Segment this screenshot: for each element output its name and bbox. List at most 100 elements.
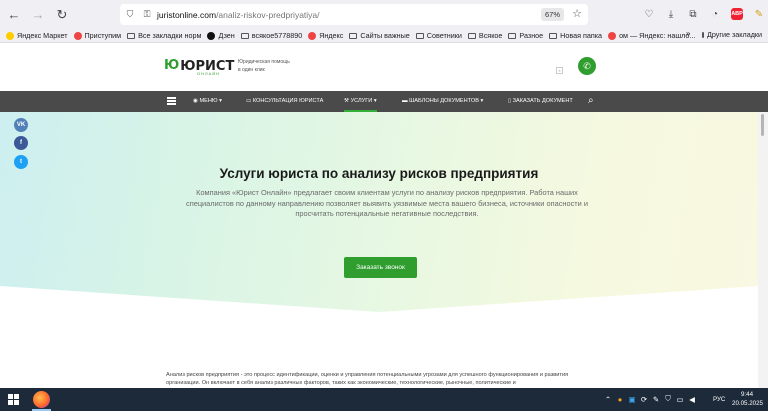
nav-item-order-document[interactable]: ▯ ЗАКАЗАТЬ ДОКУМЕНТ (508, 91, 573, 112)
pocket-icon[interactable]: ♡ (640, 5, 658, 23)
order-call-button[interactable]: Заказать звонок (344, 257, 417, 278)
bookmarks-overflow-button[interactable]: » (686, 29, 690, 38)
bookmark-label: Советники (426, 31, 462, 40)
tray-capture-icon[interactable]: ▣ (628, 395, 636, 404)
header-toggle-button[interactable]: × (556, 67, 563, 74)
windows-start-icon[interactable] (8, 394, 19, 405)
scrollbar-thumb[interactable] (761, 114, 764, 136)
logo-subtitle: ОНЛАЙН (197, 71, 221, 76)
nav-item-consultation[interactable]: ▭ КОНСУЛЬТАЦИЯ ЮРИСТА (246, 91, 323, 112)
bookmarks-bar: Яндекс Маркет Приступим Все закладки норм Д… (0, 29, 768, 43)
url-domain: juristonline.com (157, 9, 217, 20)
nav-label: ЗАКАЗАТЬ ДОКУМЕНТ (512, 98, 573, 104)
shield-icon[interactable]: ⛉ (123, 9, 137, 20)
tray-network-icon[interactable]: ▭ (676, 395, 684, 404)
page-title: Услуги юриста по анализу рисков предприя… (219, 166, 539, 181)
nav-label: МЕНЮ ▾ (199, 98, 222, 104)
bookmark-item[interactable]: всякое5778890 (240, 31, 303, 40)
article-intro: Анализ рисков предприятия - это процесс … (166, 372, 569, 387)
system-clock[interactable]: 9:44 20.05.2025 (732, 391, 763, 408)
search-icon[interactable]: ⌕ (588, 95, 594, 106)
bookmark-item[interactable]: Сайты важные (349, 31, 410, 40)
system-tray: ⌃ ● ▣ ⟳ ✎ ⛉ ▭ ◀ (604, 394, 696, 404)
zoom-level-button[interactable]: 67% (540, 8, 564, 21)
bookmark-item[interactable]: Приступим (73, 31, 122, 40)
favicon-icon (308, 31, 317, 40)
address-bar[interactable]: ⛉ ⚿ juristonline.com/analiz-riskov-predp… (120, 4, 588, 25)
extension-puzzle-icon[interactable]: ✎ (750, 5, 768, 23)
tray-security-icon[interactable]: ⛉ (664, 394, 672, 404)
tray-volume-icon[interactable]: ◀ (688, 395, 696, 404)
folder-icon (127, 32, 136, 39)
bookmark-label: Приступим (84, 31, 122, 40)
tray-app-icon[interactable]: ● (616, 395, 624, 404)
forward-icon[interactable]: → (28, 5, 48, 25)
tray-pen-icon[interactable]: ✎ (652, 395, 660, 404)
bookmark-item[interactable]: Яндекс (308, 31, 343, 40)
bookmark-item[interactable]: Всякое (467, 31, 503, 40)
bookmark-label: Новая папка (560, 31, 603, 40)
bookmark-label: Дзен (218, 31, 235, 40)
nav-item-templates[interactable]: ▬ ШАБЛОНЫ ДОКУМЕНТОВ ▾ (402, 91, 483, 112)
tray-sync-icon[interactable]: ⟳ (640, 395, 648, 404)
firefox-icon[interactable] (33, 391, 50, 408)
browser-toolbar: ← → ↻ ⛉ ⚿ juristonline.com/analiz-riskov… (0, 0, 768, 29)
site-navigation: ◉ МЕНЮ ▾ ▭ КОНСУЛЬТАЦИЯ ЮРИСТА ⚒ УСЛУГИ … (0, 91, 768, 112)
downloads-icon[interactable]: ⤓ (662, 5, 680, 23)
tray-expand-icon[interactable]: ⌃ (604, 395, 612, 404)
site-header: Ю ЮРИСТ ОНЛАЙН Юридическая помощь в один… (0, 43, 768, 91)
url-path: /analiz-riskov-predpriyatiya/ (216, 9, 320, 20)
folder-icon (349, 32, 358, 39)
bookmark-label: всякое5778890 (251, 31, 303, 40)
hamburger-icon[interactable] (167, 97, 176, 105)
bookmark-label: ом — Яндекс: нашло... (619, 31, 696, 40)
other-bookmarks[interactable]: Другие закладки (702, 30, 762, 39)
language-indicator[interactable]: РУС (713, 396, 725, 403)
favicon-icon (608, 31, 617, 40)
bookmark-label: Яндекс Маркет (17, 31, 68, 40)
bookmark-item[interactable]: Разное (508, 31, 543, 40)
favicon-icon (6, 31, 14, 40)
account-icon[interactable]: ◔ (706, 5, 724, 23)
bookmark-item[interactable]: Все закладки норм (127, 31, 201, 40)
folder-icon (415, 32, 424, 39)
logo-mark: Ю (164, 58, 179, 73)
page-info-icon[interactable]: ⚿ (140, 9, 154, 20)
folder-icon (467, 32, 476, 39)
windows-taskbar: ⌃ ● ▣ ⟳ ✎ ⛉ ▭ ◀ РУС 9:44 20.05.2025 (0, 388, 768, 411)
bookmark-item[interactable]: Дзен (207, 31, 235, 40)
bookmark-item[interactable]: Новая папка (549, 31, 602, 40)
tagline-line-2: в один клик (238, 67, 265, 73)
bookmark-star-icon[interactable]: ☆ (572, 7, 582, 20)
reload-icon[interactable]: ↻ (52, 5, 72, 25)
bookmark-label: Яндекс (319, 31, 344, 40)
folder-icon (702, 31, 704, 38)
folder-icon (549, 32, 558, 39)
clock-date: 20.05.2025 (732, 399, 763, 407)
extensions-icon[interactable]: ⧉ (684, 5, 702, 23)
nav-item-menu[interactable]: ◉ МЕНЮ ▾ (193, 91, 222, 112)
back-icon[interactable]: ← (4, 5, 24, 25)
bookmark-label: Сайты важные (360, 31, 410, 40)
favicon-icon (207, 31, 216, 40)
nav-item-services[interactable]: ⚒ УСЛУГИ ▾ (344, 91, 377, 112)
facebook-share-icon[interactable]: f (14, 136, 28, 150)
adblock-icon[interactable]: ABP (731, 8, 743, 20)
bookmark-item[interactable]: Яндекс Маркет (6, 31, 68, 40)
bookmark-item[interactable]: Советники (415, 31, 462, 40)
nav-label: КОНСУЛЬТАЦИЯ ЮРИСТА (252, 98, 324, 104)
call-button[interactable]: ✆ (578, 57, 596, 75)
bookmark-item[interactable]: ом — Яндекс: нашло... (608, 31, 695, 40)
site-logo[interactable]: Ю ЮРИСТ ОНЛАЙН (164, 58, 234, 76)
clock-time: 9:44 (740, 391, 754, 398)
page-scrollbar[interactable] (758, 112, 768, 388)
bookmark-label: Всякое (478, 31, 503, 40)
twitter-share-icon[interactable]: t (14, 155, 28, 169)
hero-description: Компания «Юрист Онлайн» предлагает своим… (186, 188, 588, 218)
bookmark-label: Все закладки норм (138, 31, 202, 40)
tagline-line-1: Юридическая помощь (238, 59, 290, 65)
vk-share-icon[interactable]: VK (14, 118, 28, 132)
folder-icon (508, 32, 517, 39)
nav-label: ШАБЛОНЫ ДОКУМЕНТОВ ▾ (409, 98, 484, 104)
nav-label: УСЛУГИ ▾ (350, 98, 377, 104)
